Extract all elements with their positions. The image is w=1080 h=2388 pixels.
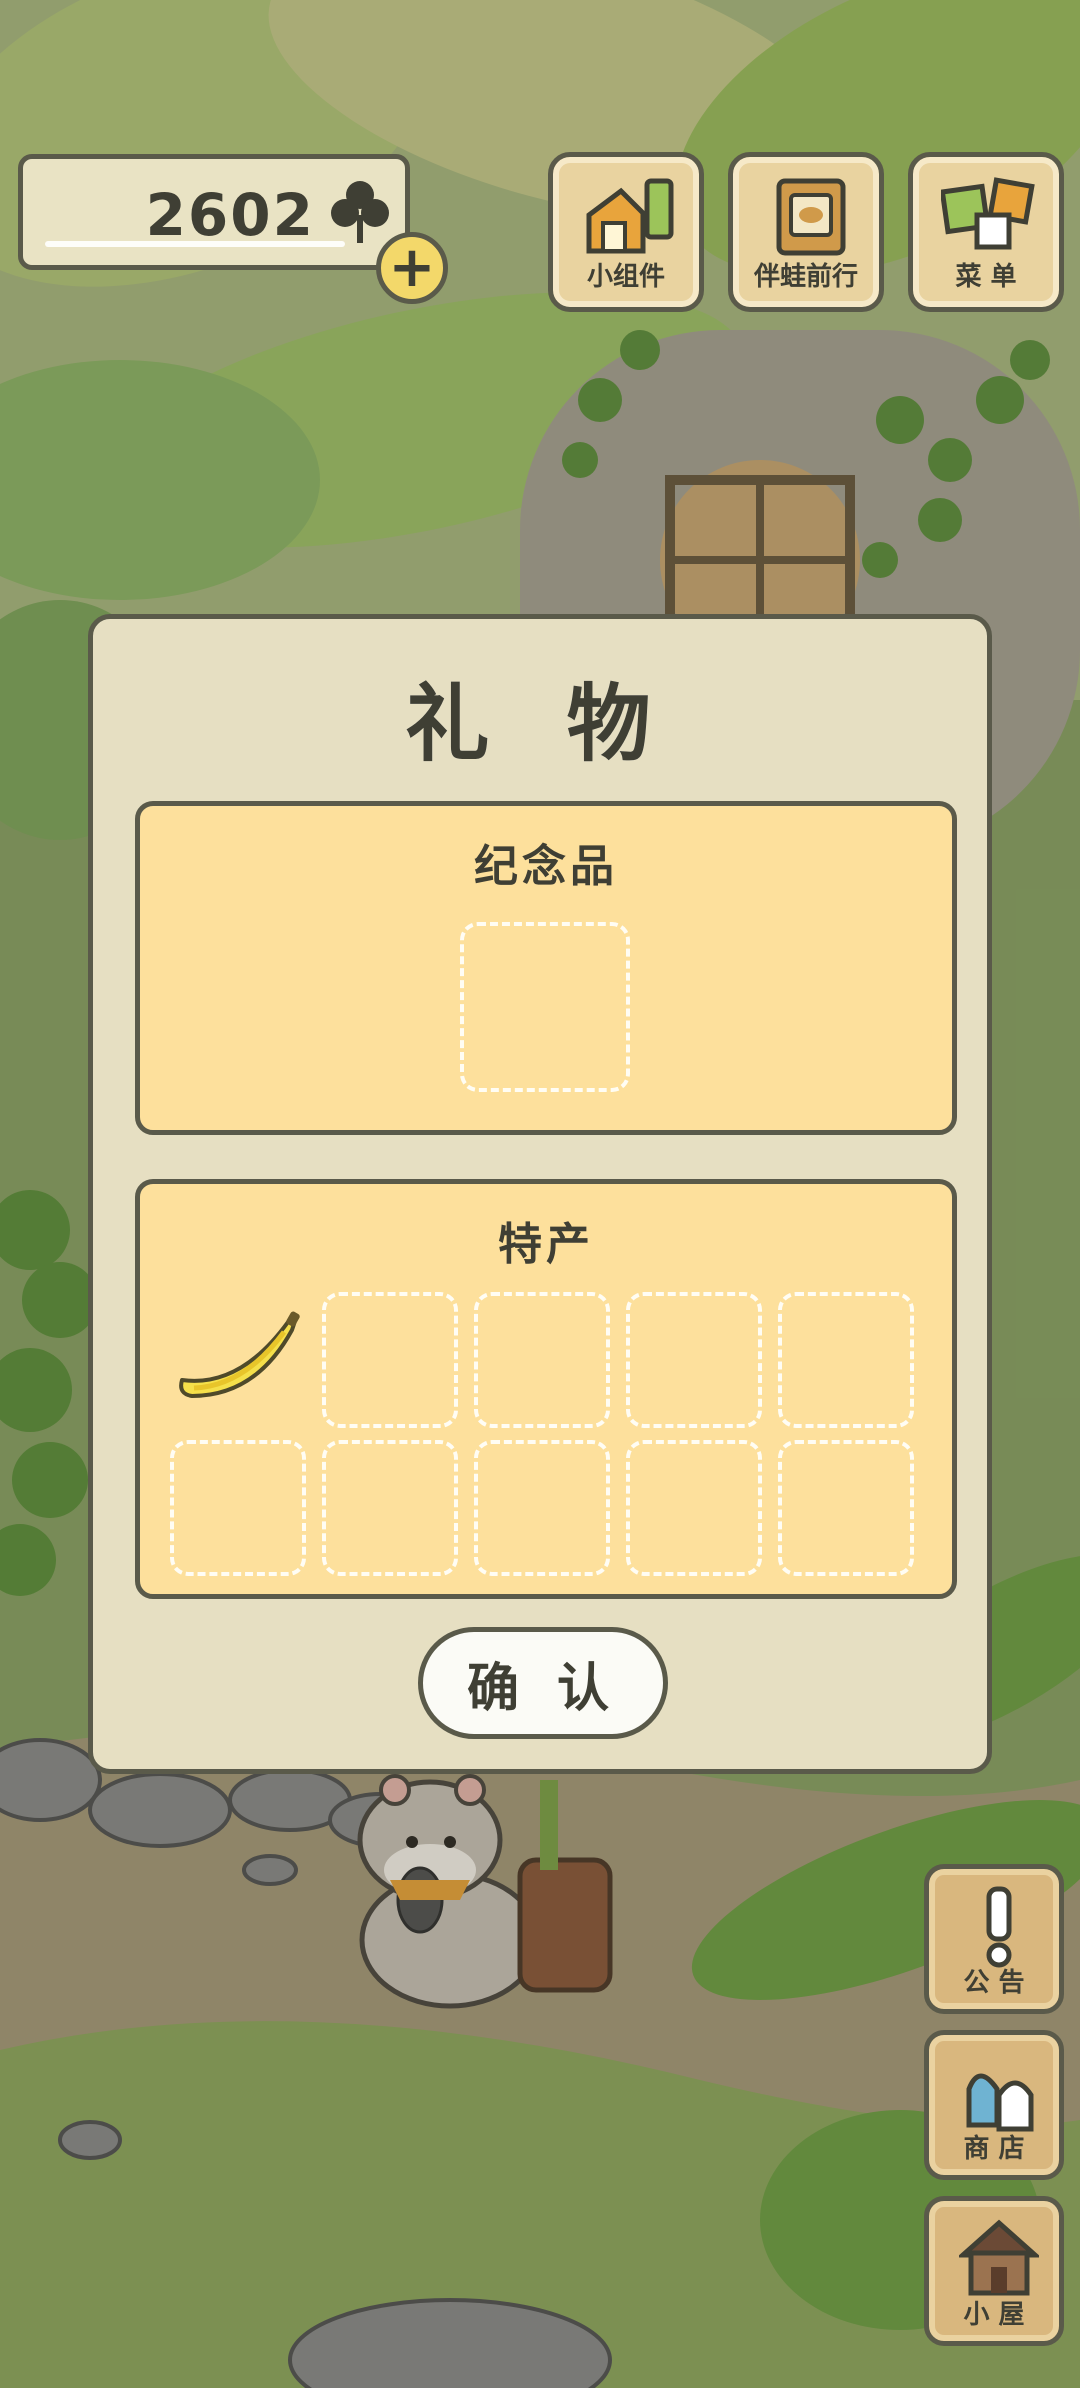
specialty-slot-3[interactable] [474, 1292, 610, 1428]
souvenir-title: 纪念品 [474, 841, 618, 892]
specialty-slot-10[interactable] [778, 1440, 914, 1576]
notice-button[interactable]: 公 告 [924, 1864, 1064, 2014]
house-button[interactable]: 小 屋 [924, 2196, 1064, 2346]
travel-journal-label: 伴蛙前行 [753, 262, 858, 292]
souvenir-slot[interactable] [460, 922, 630, 1092]
journal-icon [776, 178, 846, 256]
menu-button-label: 菜 单 [955, 262, 1017, 292]
specialty-slot-8[interactable] [474, 1440, 610, 1576]
specialty-title: 特产 [498, 1219, 594, 1270]
specialty-slot-7[interactable] [322, 1440, 458, 1576]
menu-button[interactable]: 菜 单 [908, 152, 1064, 312]
clover-bar [45, 241, 345, 247]
specialty-slot-2[interactable] [322, 1292, 458, 1428]
specialty-slot-1[interactable] [170, 1292, 306, 1428]
widget-icon [586, 178, 674, 254]
widget-button[interactable]: 小组件 [548, 152, 704, 312]
specialty-slot-6[interactable] [170, 1440, 306, 1576]
clover-icon [331, 181, 389, 243]
menu-icon [941, 177, 1035, 250]
travel-journal-button[interactable]: 伴蛙前行 [728, 152, 884, 312]
exclamation-icon [986, 1886, 1012, 1968]
house-button-label: 小 屋 [963, 2300, 1025, 2330]
souvenir-panel: 纪念品 [135, 801, 957, 1135]
dialog-title: 礼 物 [405, 675, 675, 773]
specialty-slot-5[interactable] [778, 1292, 914, 1428]
plus-icon: + [388, 235, 436, 300]
add-clover-button[interactable]: + [376, 232, 448, 304]
confirm-button[interactable]: 确 认 [418, 1627, 668, 1739]
gift-dialog: 礼 物 纪念品 特产 确 认 [88, 614, 992, 1774]
clover-counter: 2602 [18, 154, 410, 270]
widget-button-label: 小组件 [586, 262, 665, 292]
specialty-slot-9[interactable] [626, 1440, 762, 1576]
shop-button-label: 商 店 [963, 2134, 1025, 2164]
house-icon [959, 2219, 1039, 2296]
shop-button[interactable]: 商 店 [924, 2030, 1064, 2180]
shop-bags-icon [966, 2073, 1034, 2132]
clover-count: 2602 [145, 181, 315, 249]
specialty-panel: 特产 [135, 1179, 957, 1599]
banana-icon [179, 1311, 300, 1398]
notice-button-label: 公 告 [963, 1968, 1025, 1998]
specialty-slot-4[interactable] [626, 1292, 762, 1428]
